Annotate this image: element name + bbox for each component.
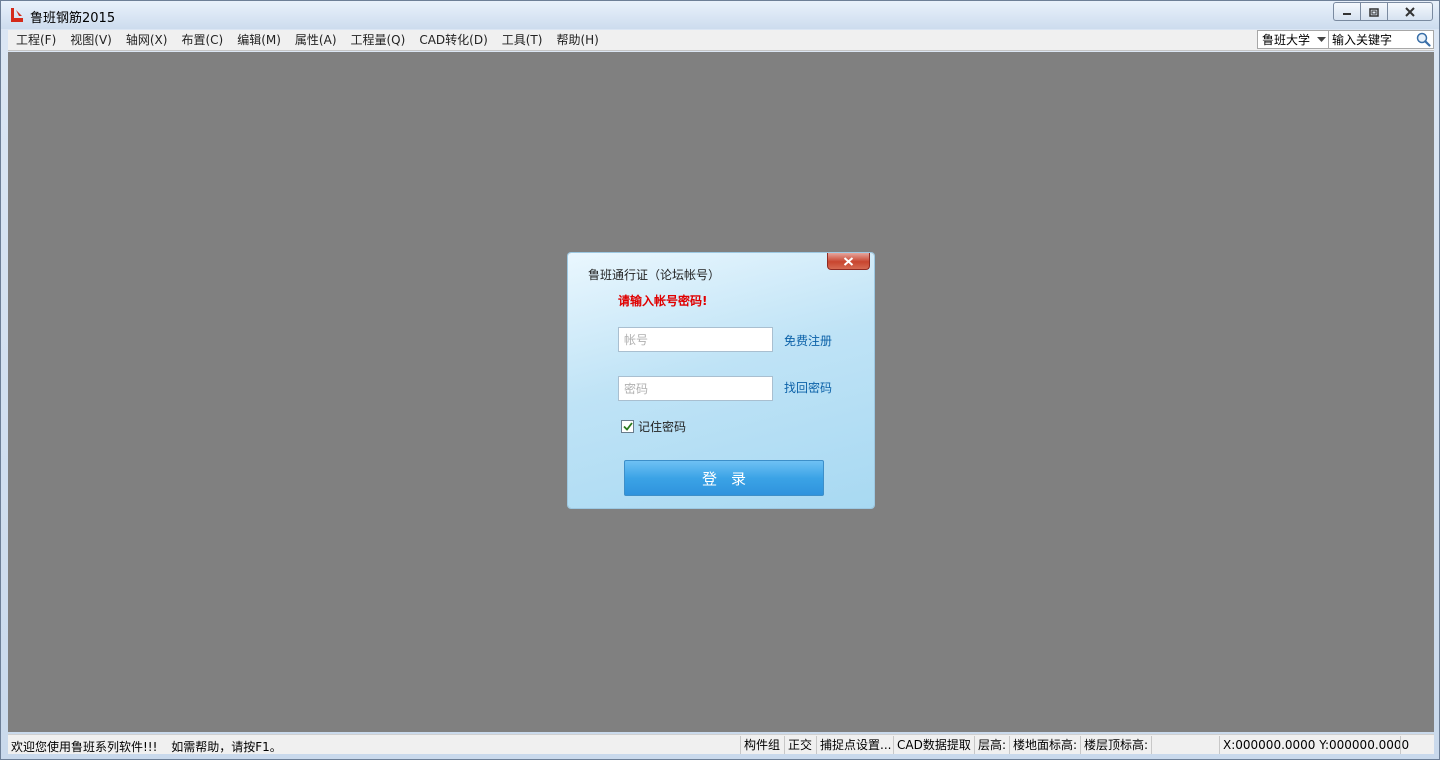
menu-help[interactable]: 帮助(H) — [549, 30, 605, 51]
remember-password-row[interactable]: 记住密码 — [621, 418, 686, 435]
status-floor-ground-elevation: 楼地面标高: — [1009, 736, 1080, 754]
restore-icon — [1369, 7, 1379, 17]
menu-edit[interactable]: 编辑(M) — [230, 30, 288, 51]
status-snap-settings[interactable]: 捕捉点设置... — [816, 736, 894, 754]
menu-axis-grid[interactable]: 轴网(X) — [119, 30, 175, 51]
app-window: 鲁班钢筋2015 工程(F) 视图(V) 轴网(X) 布置(C) 编辑(M) 属… — [0, 0, 1440, 760]
title-bar[interactable]: 鲁班钢筋2015 — [1, 1, 1439, 29]
status-bar: 欢迎您使用鲁班系列软件!!! 如需帮助，请按F1。 构件组 正交 捕捉点设置..… — [8, 734, 1434, 754]
keyword-search-placeholder: 输入关键字 — [1332, 33, 1393, 47]
status-message: 欢迎您使用鲁班系列软件!!! 如需帮助，请按F1。 — [11, 738, 292, 755]
recover-password-link[interactable]: 找回密码 — [784, 379, 832, 396]
account-placeholder: 帐号 — [624, 333, 649, 347]
menu-cad-convert[interactable]: CAD转化(D) — [412, 30, 494, 51]
menu-project[interactable]: 工程(F) — [8, 30, 63, 51]
close-icon — [843, 256, 854, 266]
dropdown-arrow-icon — [1314, 31, 1328, 48]
status-help-hint: 如需帮助，请按F1。 — [171, 740, 282, 754]
menu-quantity[interactable]: 工程量(Q) — [344, 30, 413, 51]
login-dialog: 鲁班通行证（论坛帐号） 请输入帐号密码! 帐号 免费注册 密码 找回密码 记住密… — [568, 253, 874, 508]
status-blank-panel — [1151, 736, 1219, 754]
restore-button[interactable] — [1360, 2, 1387, 21]
remember-password-checkbox[interactable] — [621, 420, 634, 433]
search-icon[interactable] — [1416, 32, 1431, 47]
status-blank-panel-end — [1400, 736, 1416, 754]
menu-layout[interactable]: 布置(C) — [174, 30, 230, 51]
status-floor-height: 层高: — [974, 736, 1009, 754]
menu-view[interactable]: 视图(V) — [63, 30, 119, 51]
window-title: 鲁班钢筋2015 — [30, 11, 116, 26]
search-area: 鲁班大学 输入关键字 — [1257, 30, 1434, 50]
account-input[interactable]: 帐号 — [618, 327, 773, 352]
luban-logo-icon — [11, 8, 23, 22]
status-component-group[interactable]: 构件组 — [740, 736, 783, 754]
dialog-close-button[interactable] — [827, 253, 870, 270]
minimize-icon — [1343, 12, 1351, 15]
minimize-button[interactable] — [1333, 2, 1360, 21]
keyword-search-input[interactable]: 输入关键字 — [1329, 30, 1434, 49]
menu-properties[interactable]: 属性(A) — [288, 30, 344, 51]
status-welcome: 欢迎您使用鲁班系列软件!!! — [11, 740, 158, 754]
status-cad-extract[interactable]: CAD数据提取 — [893, 736, 974, 754]
error-message: 请输入帐号密码! — [618, 294, 708, 308]
close-button[interactable] — [1387, 2, 1433, 21]
menu-bar: 工程(F) 视图(V) 轴网(X) 布置(C) 编辑(M) 属性(A) 工程量(… — [8, 30, 1434, 51]
status-ortho-toggle[interactable]: 正交 — [784, 736, 815, 754]
status-floor-top-elevation: 楼层顶标高: — [1080, 736, 1151, 754]
checkmark-icon — [622, 422, 633, 431]
search-scope-value: 鲁班大学 — [1262, 33, 1311, 47]
close-icon — [1405, 6, 1415, 17]
password-input[interactable]: 密码 — [618, 376, 773, 401]
menu-tools[interactable]: 工具(T) — [495, 30, 550, 51]
login-button[interactable]: 登录 — [624, 460, 824, 496]
search-scope-select[interactable]: 鲁班大学 — [1257, 30, 1329, 49]
password-placeholder: 密码 — [624, 382, 649, 396]
dialog-title: 鲁班通行证（论坛帐号） — [588, 268, 721, 282]
register-link[interactable]: 免费注册 — [784, 332, 832, 349]
caption-buttons — [1333, 2, 1433, 21]
status-coordinates: X:000000.0000 Y:000000.0000 — [1219, 736, 1412, 754]
remember-password-label: 记住密码 — [638, 420, 687, 434]
menu-list: 工程(F) 视图(V) 轴网(X) 布置(C) 编辑(M) 属性(A) 工程量(… — [8, 30, 1434, 51]
